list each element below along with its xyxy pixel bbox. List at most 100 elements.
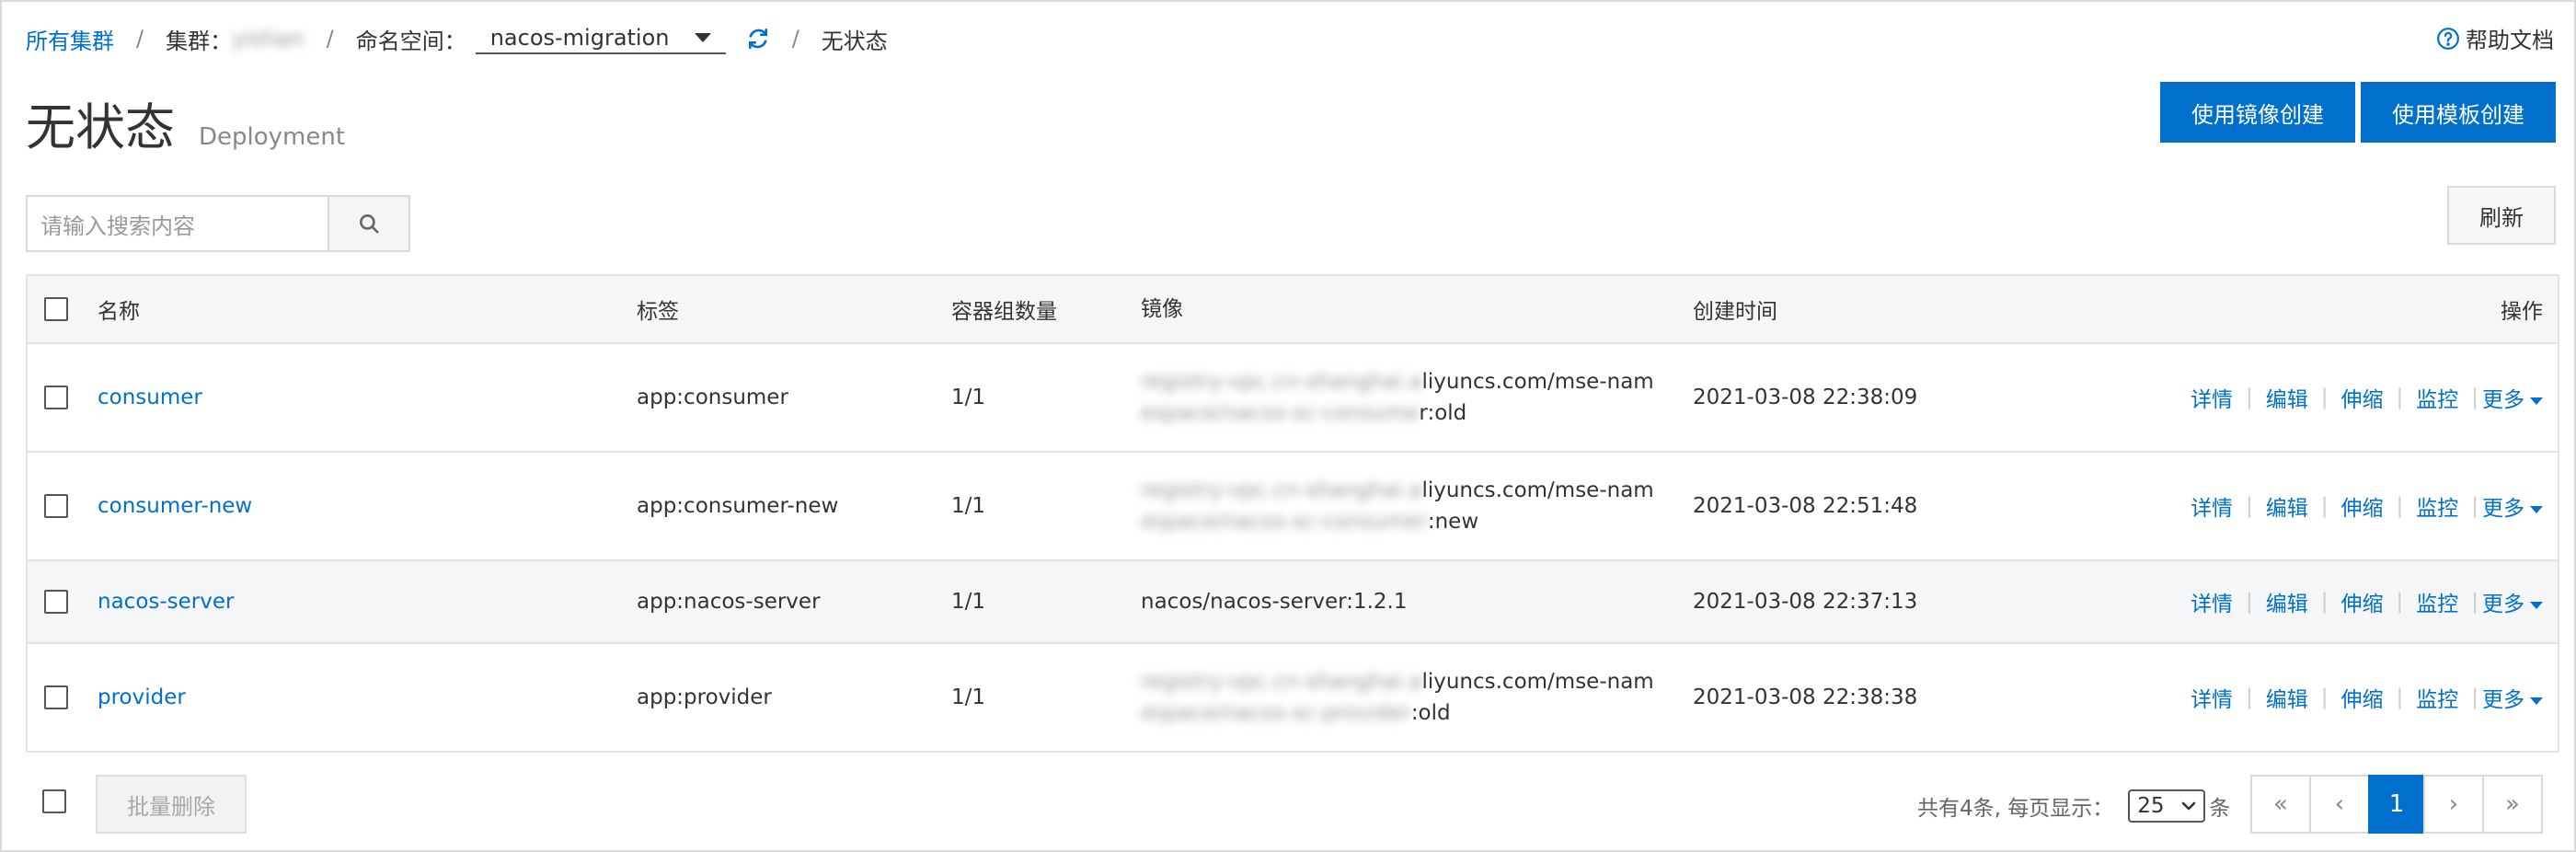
breadcrumb-current: 无状态: [821, 28, 888, 54]
deployment-name-link[interactable]: provider: [98, 685, 186, 709]
caret-down-icon: [2530, 505, 2543, 513]
created-time: 2021-03-08 22:38:38: [1693, 685, 1918, 709]
column-header-image: 镜像: [1141, 297, 1183, 321]
more-dropdown[interactable]: 更多: [2482, 490, 2543, 522]
search-icon: [360, 214, 379, 234]
monitor-link[interactable]: 监控: [2416, 682, 2458, 713]
refresh-button[interactable]: 刷新: [2447, 186, 2556, 245]
deployment-table: 名称 标签 容器组数量 镜像 创建时间 操作 consumer app:cons…: [26, 274, 2559, 753]
column-header-pods: 容器组数量: [951, 300, 1057, 324]
column-header-created: 创建时间: [1693, 300, 1777, 324]
details-link[interactable]: 详情: [2191, 382, 2233, 413]
namespace-label: 命名空间：: [355, 28, 466, 54]
image-name: registry-vpc.cn-shanghai.aliyuncs.com/ms…: [1141, 670, 1654, 725]
help-label: 帮助文档: [2466, 28, 2554, 53]
cluster-value: yishan: [232, 26, 305, 52]
page-size-value: 25: [2137, 794, 2165, 818]
last-page-button[interactable]: »: [2482, 775, 2543, 834]
image-name: registry-vpc.cn-shanghai.aliyuncs.com/ms…: [1141, 370, 1654, 425]
details-link[interactable]: 详情: [2191, 586, 2233, 617]
row-checkbox[interactable]: [44, 494, 68, 518]
refresh-icon[interactable]: [746, 27, 770, 51]
help-circle-icon: [2437, 27, 2459, 50]
help-link[interactable]: 帮助文档: [2436, 22, 2554, 54]
caret-down-icon: [2530, 397, 2543, 405]
search-input[interactable]: 请输入搜索内容: [26, 195, 328, 252]
cluster-label: 集群：: [166, 28, 233, 54]
create-actions: 使用镜像创建 使用模板创建: [2160, 82, 2556, 143]
details-link[interactable]: 详情: [2191, 682, 2233, 713]
created-time: 2021-03-08 22:38:09: [1693, 386, 1918, 409]
more-dropdown[interactable]: 更多: [2482, 382, 2543, 413]
table-row: nacos-server app:nacos-server 1/1 nacos/…: [28, 561, 2558, 644]
page-size-select[interactable]: 25: [2128, 789, 2206, 823]
scale-link[interactable]: 伸缩: [2341, 682, 2384, 713]
page: 所有集群 / 集群： yishan / 命名空间： nacos-migratio…: [0, 0, 2576, 852]
column-header-labels: 标签: [637, 300, 679, 324]
page-header: 无状态 Deployment: [26, 86, 345, 159]
search-bar: 请输入搜索内容: [26, 195, 410, 252]
namespace-select[interactable]: nacos-migration: [475, 23, 726, 54]
chevron-down-icon: [2181, 801, 2196, 811]
scale-link[interactable]: 伸缩: [2341, 382, 2384, 413]
batch-delete-button[interactable]: 批量删除: [96, 775, 247, 834]
page-number-button[interactable]: 1: [2368, 775, 2425, 834]
row-checkbox[interactable]: [44, 386, 68, 409]
row-checkbox[interactable]: [44, 590, 68, 614]
pod-count: 1/1: [951, 386, 986, 409]
deployment-label: app:provider: [637, 685, 772, 709]
scale-link[interactable]: 伸缩: [2341, 586, 2384, 617]
created-time: 2021-03-08 22:51:48: [1693, 494, 1918, 518]
deployment-name-link[interactable]: nacos-server: [98, 590, 234, 614]
pod-count: 1/1: [951, 590, 986, 614]
edit-link[interactable]: 编辑: [2266, 382, 2308, 413]
caret-down-icon: [2530, 697, 2543, 705]
monitor-link[interactable]: 监控: [2416, 382, 2458, 413]
breadcrumb-separator: /: [326, 26, 334, 52]
table-footer: 批量删除 共有4条, 每页显示： 25 条 « ‹ 1 › »: [26, 756, 2559, 848]
create-from-template-button[interactable]: 使用模板创建: [2361, 82, 2556, 143]
column-header-name: 名称: [98, 300, 140, 324]
table-row: provider app:provider 1/1 registry-vpc.c…: [28, 644, 2558, 753]
row-checkbox[interactable]: [44, 685, 68, 709]
pagination-info: 共有4条, 每页显示： 25 条: [1917, 789, 2230, 823]
column-header-actions: 操作: [2501, 300, 2543, 324]
image-name: registry-vpc.cn-shanghai.aliyuncs.com/ms…: [1141, 478, 1654, 534]
deployment-label: app:nacos-server: [637, 590, 821, 614]
edit-link[interactable]: 编辑: [2266, 682, 2308, 713]
details-link[interactable]: 详情: [2191, 490, 2233, 522]
page-size-unit: 条: [2209, 797, 2231, 821]
more-dropdown[interactable]: 更多: [2482, 682, 2543, 713]
more-dropdown[interactable]: 更多: [2482, 586, 2543, 617]
next-page-button[interactable]: ›: [2423, 775, 2484, 834]
select-all-checkbox[interactable]: [44, 297, 68, 321]
row-actions: 详情 | 编辑 | 伸缩 | 监控 | 更多: [2191, 490, 2543, 522]
prev-page-button[interactable]: ‹: [2309, 775, 2370, 834]
total-count-text: 共有4条, 每页显示：: [1917, 797, 2114, 821]
caret-down-icon: [694, 33, 711, 42]
breadcrumb-all-clusters[interactable]: 所有集群: [26, 23, 114, 55]
deployment-name-link[interactable]: consumer-new: [98, 494, 252, 518]
deployment-label: app:consumer-new: [637, 494, 839, 518]
namespace-value: nacos-migration: [489, 25, 670, 51]
monitor-link[interactable]: 监控: [2416, 490, 2458, 522]
monitor-link[interactable]: 监控: [2416, 586, 2458, 617]
breadcrumb-separator: /: [791, 26, 799, 52]
edit-link[interactable]: 编辑: [2266, 586, 2308, 617]
search-button[interactable]: [328, 195, 410, 252]
first-page-button[interactable]: «: [2250, 775, 2311, 834]
deployment-label: app:consumer: [637, 386, 788, 409]
create-from-image-button[interactable]: 使用镜像创建: [2160, 82, 2355, 143]
scale-link[interactable]: 伸缩: [2341, 490, 2384, 522]
edit-link[interactable]: 编辑: [2266, 490, 2308, 522]
footer-select-all-checkbox[interactable]: [42, 789, 66, 813]
pagination: « ‹ 1 › »: [2250, 775, 2543, 834]
table-header: 名称 标签 容器组数量 镜像 创建时间 操作: [28, 276, 2558, 344]
page-subtitle: Deployment: [199, 123, 346, 151]
image-name: nacos/nacos-server:1.2.1: [1141, 590, 1408, 614]
row-actions: 详情 | 编辑 | 伸缩 | 监控 | 更多: [2191, 586, 2543, 617]
row-actions: 详情 | 编辑 | 伸缩 | 监控 | 更多: [2191, 382, 2543, 413]
deployment-name-link[interactable]: consumer: [98, 386, 202, 409]
pod-count: 1/1: [951, 494, 986, 518]
table-row: consumer-new app:consumer-new 1/1 regist…: [28, 453, 2558, 561]
